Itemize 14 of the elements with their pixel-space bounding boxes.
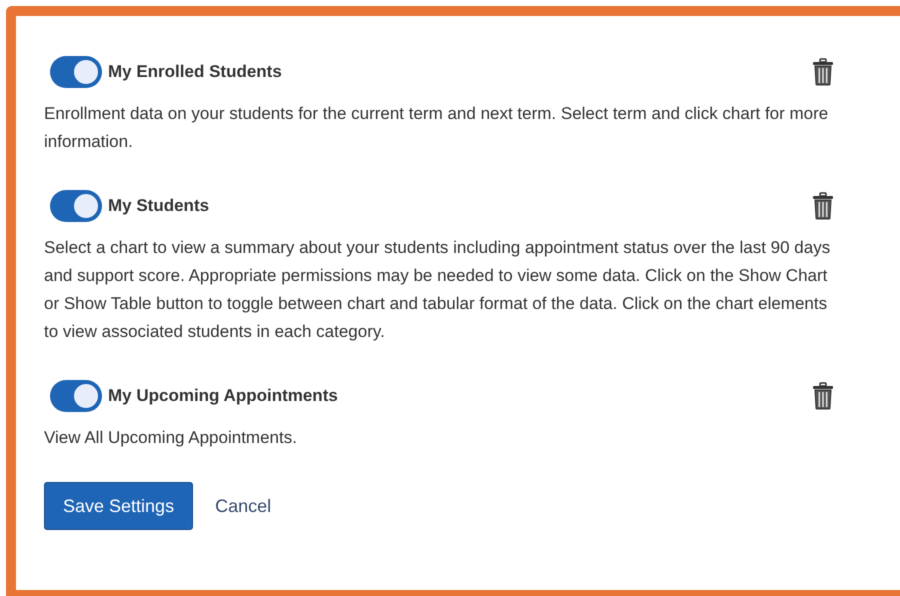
widget-title: My Students xyxy=(108,195,210,218)
trash-icon[interactable] xyxy=(812,192,834,220)
toggle-switch[interactable] xyxy=(50,380,102,412)
widget-title: My Upcoming Appointments xyxy=(108,385,338,408)
cancel-link[interactable]: Cancel xyxy=(215,492,272,520)
trash-icon[interactable] xyxy=(812,58,834,86)
widget-title: My Enrolled Students xyxy=(108,61,282,84)
toggle-switch[interactable] xyxy=(50,190,102,222)
save-settings-button[interactable]: Save Settings xyxy=(44,482,194,530)
widget-description: Enrollment data on your students for the current term and next term. Select term and click chart for more information. xyxy=(44,103,830,153)
widget-description: Select a chart to view a summary about your students including appointment status over the last 90 days and support score. Appropriate permissions may be needed to view some data. Click on the Show Chart or Show Table button to toggle between chart and tabular format of the data. Click on the chart elements to view associated students in each category. xyxy=(44,237,832,343)
toggle-switch[interactable] xyxy=(50,56,102,88)
trash-icon[interactable] xyxy=(812,382,834,410)
widget-description: View All Upcoming Appointments. xyxy=(44,427,298,449)
